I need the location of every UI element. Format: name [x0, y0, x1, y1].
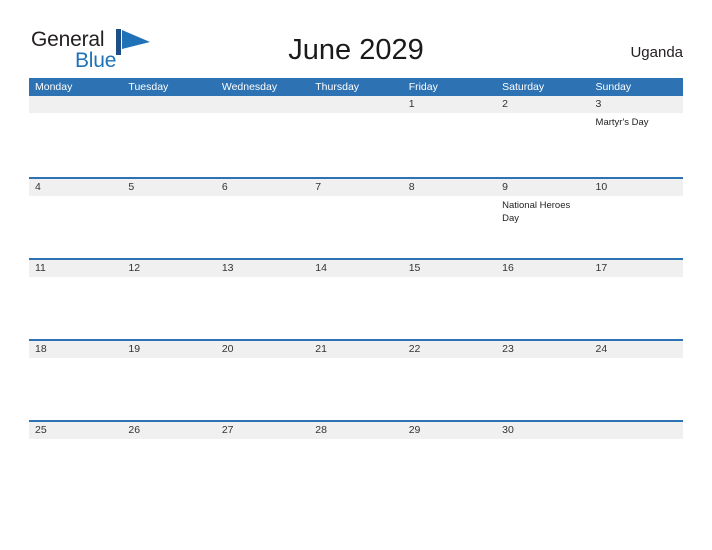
weekday-header-saturday: Saturday — [502, 81, 545, 93]
day-number: 30 — [502, 424, 514, 436]
holiday-event: National Heroes Day — [502, 200, 571, 224]
day-cell-saturday[interactable]: 30 — [496, 422, 589, 501]
day-number: 20 — [221, 343, 234, 355]
day-number: 1 — [408, 98, 415, 110]
day-cell-tuesday[interactable] — [122, 96, 215, 175]
day-number: 4 — [35, 181, 41, 193]
calendar-weeks: 1 2 3 Martyr's Day 4 5 6 7 8 9 National Heroes Day… — [29, 96, 683, 501]
day-number: 15 — [408, 262, 421, 274]
calendar-page: General Blue June 2029 Uganda Monday Tue… — [0, 0, 712, 550]
page-title: June 2029 — [288, 34, 424, 66]
day-cell-thursday[interactable]: 7 — [309, 179, 402, 258]
day-cell-monday[interactable]: 18 — [29, 341, 122, 420]
day-cell-friday[interactable]: 22 — [403, 341, 496, 420]
day-number: 18 — [35, 343, 47, 355]
day-cell-wednesday[interactable]: 13 — [216, 260, 309, 339]
day-cell-saturday[interactable]: 23 — [496, 341, 589, 420]
day-cell-monday[interactable]: 4 — [29, 179, 122, 258]
day-number: 17 — [595, 262, 608, 274]
day-cell-friday[interactable]: 1 — [403, 96, 496, 175]
day-cell-wednesday[interactable]: 6 — [216, 179, 309, 258]
weekday-header-sunday: Sunday — [595, 81, 632, 93]
calendar-week-row: 11 12 13 14 15 16 17 — [29, 258, 683, 339]
calendar-week-inner: 1 2 3 Martyr's Day — [29, 96, 683, 175]
day-cell-thursday[interactable]: 21 — [309, 341, 402, 420]
day-band-spacer — [590, 96, 683, 113]
day-cell-tuesday[interactable]: 19 — [122, 341, 215, 420]
day-cell-monday[interactable]: 25 — [29, 422, 122, 501]
day-number: 14 — [315, 262, 327, 274]
day-cell-saturday[interactable]: 16 — [496, 260, 589, 339]
day-number: 9 — [502, 181, 508, 193]
weekday-header-wednesday: Wednesday — [221, 81, 278, 93]
day-number: 24 — [595, 343, 608, 355]
day-number: 25 — [35, 424, 47, 436]
day-number: 26 — [128, 424, 141, 436]
calendar-week-inner: 18 19 20 21 22 23 24 — [29, 341, 683, 420]
day-number: 12 — [128, 262, 141, 274]
day-number: 6 — [221, 181, 228, 193]
day-number: 8 — [408, 181, 415, 193]
weekday-header-friday: Friday — [408, 81, 438, 93]
day-number: 19 — [128, 343, 141, 355]
day-cell-sunday[interactable] — [590, 422, 683, 501]
day-number: 11 — [35, 262, 46, 274]
calendar-week-inner: 4 5 6 7 8 9 National Heroes Day 10 — [29, 179, 683, 258]
day-number: 10 — [595, 181, 608, 193]
day-cell-monday[interactable] — [29, 96, 122, 175]
day-cell-tuesday[interactable]: 12 — [122, 260, 215, 339]
day-cell-tuesday[interactable]: 5 — [122, 179, 215, 258]
day-number: 27 — [221, 424, 234, 436]
page-header: General Blue June 2029 Uganda — [0, 0, 712, 78]
day-cell-sunday[interactable]: 3 Martyr's Day — [590, 96, 683, 175]
day-number: 5 — [128, 181, 135, 193]
day-cell-friday[interactable]: 15 — [403, 260, 496, 339]
calendar-week-row: 25 26 27 28 29 30 — [29, 420, 683, 501]
day-number: 3 — [595, 98, 602, 110]
calendar-week-row: 4 5 6 7 8 9 National Heroes Day 10 — [29, 177, 683, 258]
day-events: National Heroes Day — [496, 196, 589, 225]
day-number: 28 — [315, 424, 327, 436]
day-cell-friday[interactable]: 29 — [403, 422, 496, 501]
calendar-week-row: 18 19 20 21 22 23 24 — [29, 339, 683, 420]
day-cell-thursday[interactable]: 28 — [309, 422, 402, 501]
day-cell-thursday[interactable] — [309, 96, 402, 175]
day-cell-sunday[interactable]: 10 — [590, 179, 683, 258]
day-cell-wednesday[interactable]: 27 — [216, 422, 309, 501]
day-number: 29 — [408, 424, 421, 436]
day-cell-sunday[interactable]: 17 — [590, 260, 683, 339]
weekday-header-monday: Monday — [35, 81, 73, 93]
weekday-header-thursday: Thursday — [315, 81, 360, 93]
day-cell-wednesday[interactable]: 20 — [216, 341, 309, 420]
day-number: 7 — [315, 181, 322, 193]
day-cell-friday[interactable]: 8 — [403, 179, 496, 258]
day-cell-sunday[interactable]: 24 — [590, 341, 683, 420]
country-label: Uganda — [630, 44, 683, 61]
day-cell-thursday[interactable]: 14 — [309, 260, 402, 339]
calendar-week-row: 1 2 3 Martyr's Day — [29, 96, 683, 177]
day-number: 22 — [408, 343, 421, 355]
day-number: 21 — [315, 343, 327, 355]
holiday-event: Martyr's Day — [595, 117, 649, 128]
weekday-header-row: Monday Tuesday Wednesday Thursday Friday… — [29, 78, 683, 96]
day-number: 2 — [502, 98, 508, 110]
day-cell-saturday[interactable]: 9 National Heroes Day — [496, 179, 589, 258]
day-cell-tuesday[interactable]: 26 — [122, 422, 215, 501]
calendar-grid: Monday Tuesday Wednesday Thursday Friday… — [29, 78, 683, 501]
day-number: 16 — [502, 262, 514, 274]
day-cell-monday[interactable]: 11 — [29, 260, 122, 339]
weekday-header-tuesday: Tuesday — [128, 81, 169, 93]
day-number: 23 — [502, 343, 514, 355]
day-number: 13 — [221, 262, 234, 274]
calendar-week-inner: 11 12 13 14 15 16 17 — [29, 260, 683, 339]
day-cell-saturday[interactable]: 2 — [496, 96, 589, 175]
day-band-spacer — [496, 179, 589, 196]
day-cell-wednesday[interactable] — [216, 96, 309, 175]
calendar-week-inner: 25 26 27 28 29 30 — [29, 422, 683, 501]
day-events: Martyr's Day — [590, 113, 683, 130]
